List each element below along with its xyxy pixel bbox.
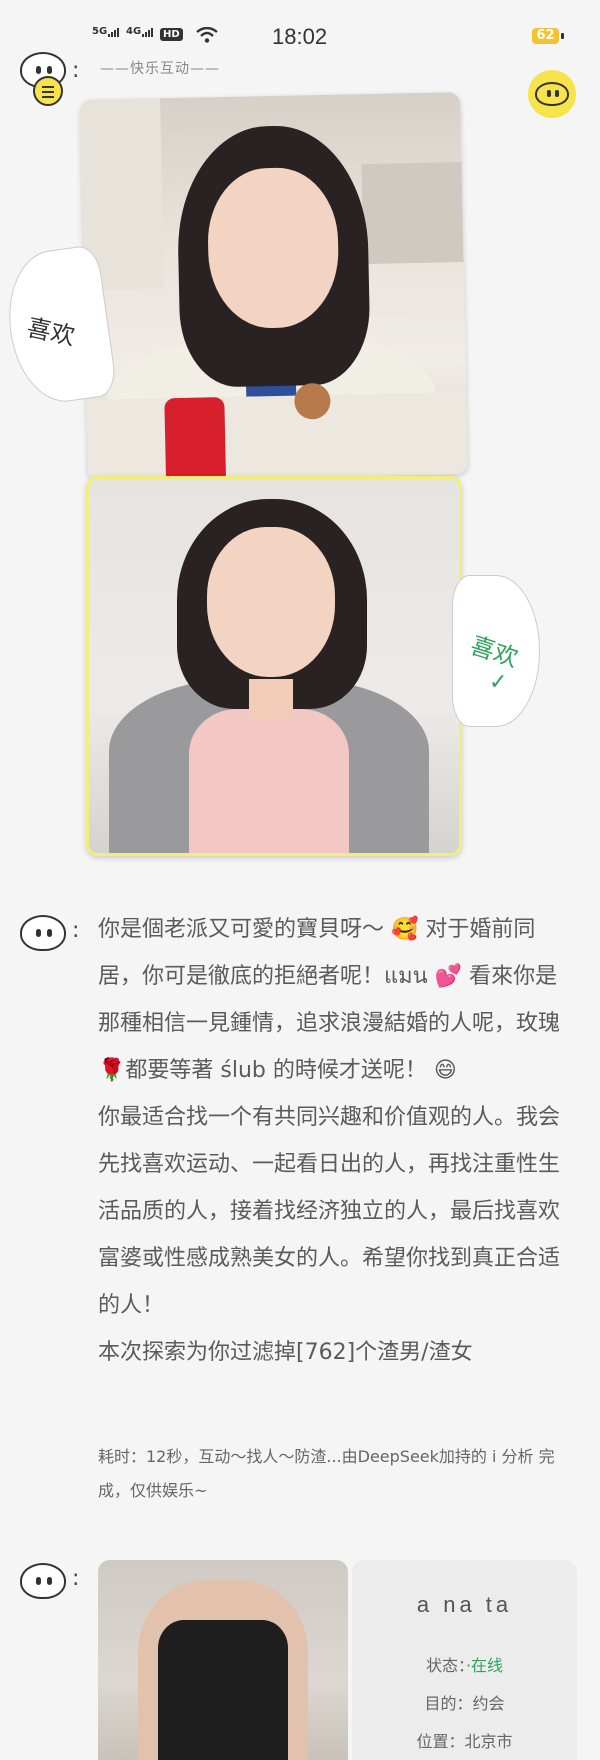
location-label: 位置： [416,1732,465,1751]
clock: 18:02 [272,24,328,49]
status-bar: 5G 4G HD 18:02 62 [0,0,600,70]
like-label: 喜欢 [24,313,78,351]
like-label: 喜欢 [467,631,522,673]
status-value: ·在线 [465,1656,504,1675]
shelf-books [361,162,464,265]
page-subtitle: ——快乐互动—— [100,61,220,77]
profile-info-card[interactable]: a na ta 状态：·在线 目的：约会 位置：北京市 [352,1560,577,1760]
signal-5g-icon: 5G [92,26,120,37]
red-bottle [164,397,227,482]
colon: : [72,58,80,83]
bot-avatar-icon [20,915,66,951]
desk [86,391,468,482]
profile-name: a na ta [416,1592,513,1617]
colon: : [72,1566,80,1591]
hd-icon: HD [160,28,183,41]
location-value: 北京市 [464,1732,513,1751]
menu-icon[interactable] [33,76,63,106]
face [207,527,335,677]
photo-card-2[interactable] [86,476,462,856]
profile-status: 状态：·在线 [352,1652,577,1676]
wifi-icon [196,27,218,43]
profile-purpose: 目的：约会 [352,1690,577,1714]
purpose-value: 约会 [472,1694,505,1713]
result-meta: 耗时：12秒，互动～找人～防渣...由DeepSeek加持的 i 分析 完成，仅… [98,1447,555,1500]
status-label: 状态： [425,1656,466,1675]
bot-avatar-icon [20,1563,66,1599]
result-paragraph-3: 本次探索为你过滤掉[762]个渣男/渣女 [98,1340,473,1365]
face-button[interactable] [528,70,576,118]
result-paragraph-1: 你是個老派又可愛的寶貝呀～ 🥰 对于婚前同居，你可是徹底的拒絕者呢！แมน 💕 … [98,917,561,1083]
battery-icon: 62 [532,28,559,44]
photo-card-1[interactable] [80,92,468,482]
signal-4g-icon: 4G [126,26,154,37]
battery-tip [561,33,564,39]
like-tag-2[interactable]: 喜欢 ✓ [452,575,540,727]
profile-location: 位置：北京市 [352,1728,577,1752]
result-message: 你是個老派又可愛的寶貝呀～ 🥰 对于婚前同居，你可是徹底的拒絕者呢！แมน 💕 … [98,906,578,1376]
black-top [158,1620,288,1760]
face [206,166,340,330]
colon: : [72,918,80,943]
result-paragraph-2: 你最适合找一个有共同兴趣和价值观的人。我会先找喜欢运动、一起看日出的人，再找注重… [98,1105,561,1318]
purpose-label: 目的： [424,1694,473,1713]
face-icon [535,82,569,106]
profile-photo[interactable] [98,1560,348,1760]
check-icon: ✓ [489,670,508,695]
neck [249,679,293,719]
pink-top [189,709,349,853]
